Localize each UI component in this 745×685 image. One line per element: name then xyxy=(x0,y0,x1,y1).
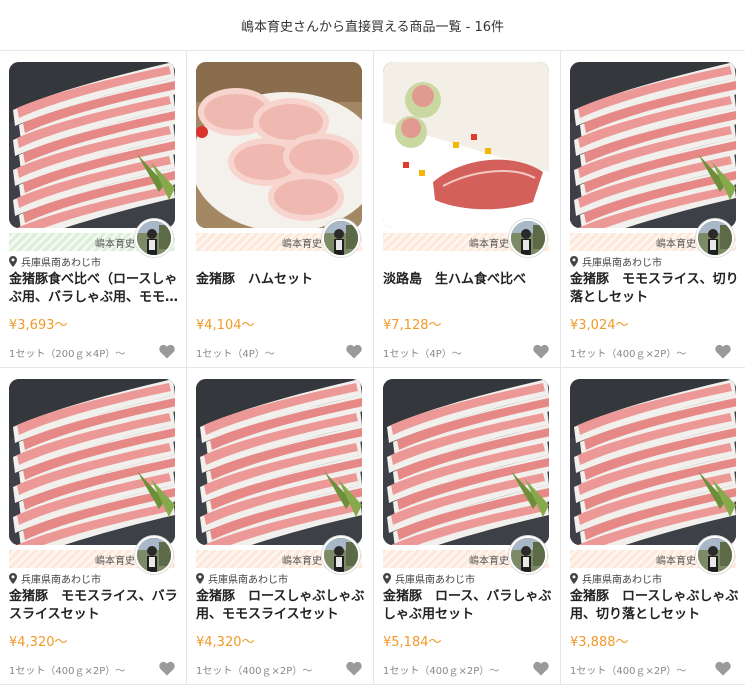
heart-icon[interactable] xyxy=(715,661,731,676)
product-unit: 1セット（4P）〜 xyxy=(196,349,275,360)
location: 兵庫県南あわじ市 xyxy=(570,254,662,269)
product-price: ¥3,693〜 xyxy=(9,318,68,333)
product-unit: 1セット（4P）〜 xyxy=(383,349,462,360)
product-card[interactable]: 嶋本育史 兵庫県南あわじ市 金猪豚食べ比べ（ロースしゃぶ用、バラしゃぶ用、モモ…… xyxy=(0,51,187,368)
location-text: 兵庫県南あわじ市 xyxy=(582,257,662,269)
product-image[interactable] xyxy=(383,379,549,545)
seller-name: 嶋本育史 xyxy=(656,238,696,250)
heart-icon[interactable] xyxy=(715,344,731,359)
map-pin-icon xyxy=(9,255,17,267)
seller-avatar[interactable] xyxy=(322,536,360,574)
product-title[interactable]: 金猪豚 モモスライス、切り落としセット xyxy=(570,271,740,307)
product-price: ¥4,320〜 xyxy=(196,635,255,650)
product-image[interactable] xyxy=(9,62,175,228)
location: 兵庫県南あわじ市 xyxy=(196,571,288,586)
seller-name: 嶋本育史 xyxy=(95,555,135,567)
product-title[interactable]: 金猪豚食べ比べ（ロースしゃぶ用、バラしゃぶ用、モモ… xyxy=(9,271,179,307)
product-title[interactable]: 金猪豚 ロースしゃぶしゃぶ用、モモスライスセット xyxy=(196,588,366,624)
product-image[interactable] xyxy=(196,62,362,228)
heart-icon[interactable] xyxy=(533,661,549,676)
product-image[interactable] xyxy=(383,62,549,228)
product-unit: 1セット（200ｇ×4P）〜 xyxy=(9,349,126,360)
location: 兵庫県南あわじ市 xyxy=(383,571,475,586)
product-card[interactable]: 嶋本育史 兵庫県南あわじ市 金猪豚 モモスライス、バラスライスセット ¥4,32… xyxy=(0,368,187,685)
map-pin-icon xyxy=(570,255,578,267)
product-title[interactable]: 淡路島 生ハム食べ比べ xyxy=(383,271,553,289)
product-card[interactable]: 嶋本育史 兵庫県南あわじ市 金猪豚 ロースしゃぶしゃぶ用、モモスライスセット ¥… xyxy=(187,368,374,685)
product-title[interactable]: 金猪豚 ロースしゃぶしゃぶ用、切り落としセット xyxy=(570,588,740,624)
product-unit: 1セット（400ｇ×2P）〜 xyxy=(383,666,500,677)
product-image[interactable] xyxy=(196,379,362,545)
page-header: 嶋本育史さんから直接買える商品一覧 - 16件 xyxy=(0,0,745,51)
map-pin-icon xyxy=(570,572,578,584)
product-card[interactable]: 嶋本育史 金猪豚 ハムセット ¥4,104〜 1セット（4P）〜 xyxy=(187,51,374,368)
seller-name: 嶋本育史 xyxy=(95,238,135,250)
location-text: 兵庫県南あわじ市 xyxy=(21,574,101,586)
product-unit: 1セット（400ｇ×2P）〜 xyxy=(9,666,126,677)
product-card[interactable]: 嶋本育史 兵庫県南あわじ市 金猪豚 ロースしゃぶしゃぶ用、切り落としセット ¥3… xyxy=(561,368,745,685)
seller-avatar[interactable] xyxy=(696,536,734,574)
product-unit: 1セット（400ｇ×2P）〜 xyxy=(570,349,687,360)
heart-icon[interactable] xyxy=(346,344,362,359)
product-image[interactable] xyxy=(570,62,736,228)
product-unit: 1セット（400ｇ×2P）〜 xyxy=(196,666,313,677)
heart-icon[interactable] xyxy=(533,344,549,359)
location: 兵庫県南あわじ市 xyxy=(9,254,101,269)
map-pin-icon xyxy=(196,572,204,584)
location-text: 兵庫県南あわじ市 xyxy=(208,574,288,586)
product-unit: 1セット（400ｇ×2P）〜 xyxy=(570,666,687,677)
heart-icon[interactable] xyxy=(159,661,175,676)
page-title: 嶋本育史さんから直接買える商品一覧 - 16件 xyxy=(240,19,505,35)
product-price: ¥3,888〜 xyxy=(570,635,629,650)
location-text: 兵庫県南あわじ市 xyxy=(582,574,662,586)
location: 兵庫県南あわじ市 xyxy=(570,571,662,586)
product-title[interactable]: 金猪豚 ロース、バラしゃぶしゃぶ用セット xyxy=(383,588,553,624)
seller-avatar[interactable] xyxy=(509,219,547,257)
product-price: ¥5,184〜 xyxy=(383,635,442,650)
product-price: ¥4,104〜 xyxy=(196,318,255,333)
seller-name: 嶋本育史 xyxy=(656,555,696,567)
product-image[interactable] xyxy=(570,379,736,545)
heart-icon[interactable] xyxy=(159,344,175,359)
seller-name: 嶋本育史 xyxy=(469,555,509,567)
location: 兵庫県南あわじ市 xyxy=(9,571,101,586)
seller-avatar[interactable] xyxy=(696,219,734,257)
seller-avatar[interactable] xyxy=(509,536,547,574)
seller-avatar[interactable] xyxy=(322,219,360,257)
product-grid: 嶋本育史 兵庫県南あわじ市 金猪豚食べ比べ（ロースしゃぶ用、バラしゃぶ用、モモ…… xyxy=(0,51,745,685)
product-title[interactable]: 金猪豚 ハムセット xyxy=(196,271,366,289)
product-title[interactable]: 金猪豚 モモスライス、バラスライスセット xyxy=(9,588,179,624)
seller-name: 嶋本育史 xyxy=(469,238,509,250)
seller-avatar[interactable] xyxy=(135,219,173,257)
seller-avatar[interactable] xyxy=(135,536,173,574)
product-card[interactable]: 嶋本育史 兵庫県南あわじ市 金猪豚 モモスライス、切り落としセット ¥3,024… xyxy=(561,51,745,368)
map-pin-icon xyxy=(383,572,391,584)
product-image[interactable] xyxy=(9,379,175,545)
product-price: ¥4,320〜 xyxy=(9,635,68,650)
product-card[interactable]: 嶋本育史 淡路島 生ハム食べ比べ ¥7,128〜 1セット（4P）〜 xyxy=(374,51,561,368)
location-text: 兵庫県南あわじ市 xyxy=(395,574,475,586)
map-pin-icon xyxy=(9,572,17,584)
seller-name: 嶋本育史 xyxy=(282,555,322,567)
heart-icon[interactable] xyxy=(346,661,362,676)
location-text: 兵庫県南あわじ市 xyxy=(21,257,101,269)
product-price: ¥3,024〜 xyxy=(570,318,629,333)
product-price: ¥7,128〜 xyxy=(383,318,442,333)
product-card[interactable]: 嶋本育史 兵庫県南あわじ市 金猪豚 ロース、バラしゃぶしゃぶ用セット ¥5,18… xyxy=(374,368,561,685)
seller-name: 嶋本育史 xyxy=(282,238,322,250)
